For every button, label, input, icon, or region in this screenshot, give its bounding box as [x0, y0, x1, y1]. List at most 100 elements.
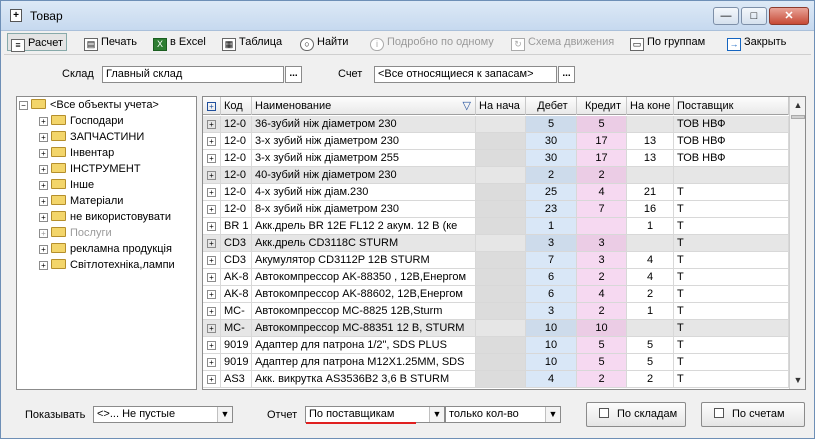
- row-expand-cell[interactable]: +: [203, 252, 221, 268]
- expand-icon[interactable]: +: [39, 213, 48, 222]
- tree-item[interactable]: + не використовувати: [39, 209, 171, 225]
- row-expand-cell[interactable]: +: [203, 303, 221, 319]
- print-button[interactable]: ▤ Печать: [84, 33, 137, 51]
- expand-icon[interactable]: +: [39, 165, 48, 174]
- close-window-button[interactable]: ✕: [769, 7, 809, 25]
- expand-icon[interactable]: +: [39, 117, 48, 126]
- by-accounts-checkbox[interactable]: По счетам: [701, 402, 805, 427]
- expand-icon[interactable]: +: [39, 245, 48, 254]
- collapse-icon[interactable]: −: [19, 101, 28, 110]
- table-row[interactable]: + CD3 Акк.дрель CD3118C STURM 3 3 Т: [203, 235, 789, 252]
- expand-icon[interactable]: +: [207, 324, 216, 333]
- expand-icon[interactable]: +: [207, 341, 216, 350]
- row-expand-cell[interactable]: +: [203, 116, 221, 132]
- expand-icon[interactable]: +: [207, 358, 216, 367]
- expand-icon[interactable]: +: [207, 239, 216, 248]
- row-expand-cell[interactable]: +: [203, 201, 221, 217]
- expand-icon[interactable]: +: [207, 120, 216, 129]
- chevron-down-icon[interactable]: ▼: [545, 407, 560, 422]
- vertical-scrollbar[interactable]: ▲ ▼: [789, 97, 805, 389]
- row-expand-cell[interactable]: +: [203, 133, 221, 149]
- tree-item[interactable]: + Послуги: [39, 225, 112, 241]
- table-button[interactable]: ▦ Таблица: [222, 33, 282, 51]
- account-field[interactable]: <Все относящиеся к запасам>: [374, 66, 557, 83]
- row-expand-cell[interactable]: +: [203, 235, 221, 251]
- expand-icon[interactable]: +: [207, 205, 216, 214]
- expand-icon[interactable]: +: [207, 154, 216, 163]
- expand-icon[interactable]: +: [207, 375, 216, 384]
- by-warehouses-checkbox[interactable]: По складам: [586, 402, 686, 427]
- close-button[interactable]: → Закрыть: [727, 33, 786, 51]
- row-expand-cell[interactable]: +: [203, 286, 221, 302]
- checkbox-icon[interactable]: [599, 408, 609, 418]
- table-row[interactable]: +9019 Адаптер для патрона M12X1.25MM, SDS…: [203, 354, 789, 371]
- scroll-up-icon[interactable]: ▲: [790, 97, 805, 114]
- minimize-button[interactable]: —: [713, 7, 739, 25]
- details-button[interactable]: i Подробно по одному: [370, 33, 494, 51]
- expand-icon[interactable]: +: [39, 197, 48, 206]
- expand-icon[interactable]: +: [39, 181, 48, 190]
- table-row[interactable]: + MC- Автокомпрессор МС-8825 12В,Sturm 3 2 1 Т: [203, 303, 789, 320]
- expand-all-icon[interactable]: +: [203, 97, 221, 115]
- scroll-down-icon[interactable]: ▼: [790, 372, 805, 389]
- expand-icon[interactable]: +: [207, 256, 216, 265]
- table-row[interactable]: +12-0 3-х зубий ніж діаметром 230 30 17 13 ТО…: [203, 133, 789, 150]
- show-select[interactable]: <>... Не пустые ▼: [93, 406, 233, 423]
- col-name[interactable]: Наименование ▽: [252, 97, 476, 115]
- table-row[interactable]: +9019 Адаптер для патрона 1/2", SDS PLUS 1…: [203, 337, 789, 354]
- scroll-thumb[interactable]: [791, 115, 805, 119]
- col-debet[interactable]: Дебет: [526, 97, 577, 115]
- expand-icon[interactable]: +: [207, 307, 216, 316]
- tree-item[interactable]: + Господари: [39, 113, 123, 129]
- calc-button[interactable]: ≡ Расчет: [7, 33, 67, 52]
- row-expand-cell[interactable]: +: [203, 167, 221, 183]
- row-expand-cell[interactable]: +: [203, 337, 221, 353]
- expand-icon[interactable]: +: [207, 171, 216, 180]
- col-start[interactable]: На нача: [476, 97, 526, 115]
- row-expand-cell[interactable]: +: [203, 371, 221, 387]
- col-credit[interactable]: Кредит: [577, 97, 627, 115]
- expand-icon[interactable]: +: [207, 137, 216, 146]
- filter-icon[interactable]: ▽: [463, 97, 471, 115]
- checkbox-icon[interactable]: [714, 408, 724, 418]
- table-row[interactable]: + CD3 Акумулятор CD3112P 12В STURM 7 3 4 Т: [203, 252, 789, 269]
- quantity-select[interactable]: только кол-во ▼: [445, 406, 561, 423]
- warehouse-field[interactable]: Главный склад: [102, 66, 284, 83]
- tree-item[interactable]: + Світлотехніка,лампи: [39, 257, 175, 273]
- tree-item[interactable]: + ЗАПЧАСТИНИ: [39, 129, 144, 145]
- by-groups-button[interactable]: ▭ По группам: [630, 33, 705, 51]
- table-row[interactable]: +12-0 36-зубий ніж діаметром 230 5 5 ТОВ НВФ: [203, 116, 789, 133]
- row-expand-cell[interactable]: +: [203, 218, 221, 234]
- find-button[interactable]: ○ Найти: [300, 33, 348, 51]
- table-row[interactable]: +12-0 8-х зубий ніж діаметром 230 23 7 16 Т: [203, 201, 789, 218]
- tree-item[interactable]: + рекламна продукція: [39, 241, 172, 257]
- table-row[interactable]: +12-0 40-зубий ніж діаметром 230 2 2: [203, 167, 789, 184]
- expand-icon[interactable]: +: [39, 133, 48, 142]
- col-supplier[interactable]: Поставщик: [674, 97, 789, 115]
- table-row[interactable]: + MC- Автокомпрессор МС-88351 12 В, STURM 1…: [203, 320, 789, 337]
- table-row[interactable]: +12-0 4-х зубий ніж діам.230 25 4 21 Т: [203, 184, 789, 201]
- tree-root[interactable]: − <Все объекты учета>: [19, 97, 159, 113]
- row-expand-cell[interactable]: +: [203, 150, 221, 166]
- tree-item[interactable]: + Інше: [39, 177, 94, 193]
- table-row[interactable]: + BR 1 Акк.дрель BR 12E FL12 2 акум. 12 В …: [203, 218, 789, 235]
- expand-icon[interactable]: +: [39, 149, 48, 158]
- chevron-down-icon[interactable]: ▼: [429, 407, 444, 422]
- col-code[interactable]: Код: [221, 97, 252, 115]
- table-row[interactable]: +12-0 3-х зубий ніж діаметром 255 30 17 13 ТО…: [203, 150, 789, 167]
- chevron-down-icon[interactable]: ▼: [217, 407, 232, 422]
- warehouse-select-button[interactable]: ...: [285, 66, 302, 83]
- tree-item[interactable]: + Інвентар: [39, 145, 114, 161]
- expand-icon[interactable]: +: [207, 222, 216, 231]
- tree-item[interactable]: + Матеріали: [39, 193, 123, 209]
- row-expand-cell[interactable]: +: [203, 269, 221, 285]
- expand-icon[interactable]: +: [39, 229, 48, 238]
- maximize-button[interactable]: □: [741, 7, 767, 25]
- row-expand-cell[interactable]: +: [203, 354, 221, 370]
- expand-icon[interactable]: +: [207, 273, 216, 282]
- table-row[interactable]: + AK-8 Автокомпрессор AK-88350 , 12В,Енерг…: [203, 269, 789, 286]
- row-expand-cell[interactable]: +: [203, 320, 221, 336]
- table-row[interactable]: + AS3 Акк. викрутка AS3536B2 3,6 В STURM 4 2…: [203, 371, 789, 388]
- movement-scheme-button[interactable]: ↻ Схема движения: [511, 33, 614, 51]
- expand-icon[interactable]: +: [39, 261, 48, 270]
